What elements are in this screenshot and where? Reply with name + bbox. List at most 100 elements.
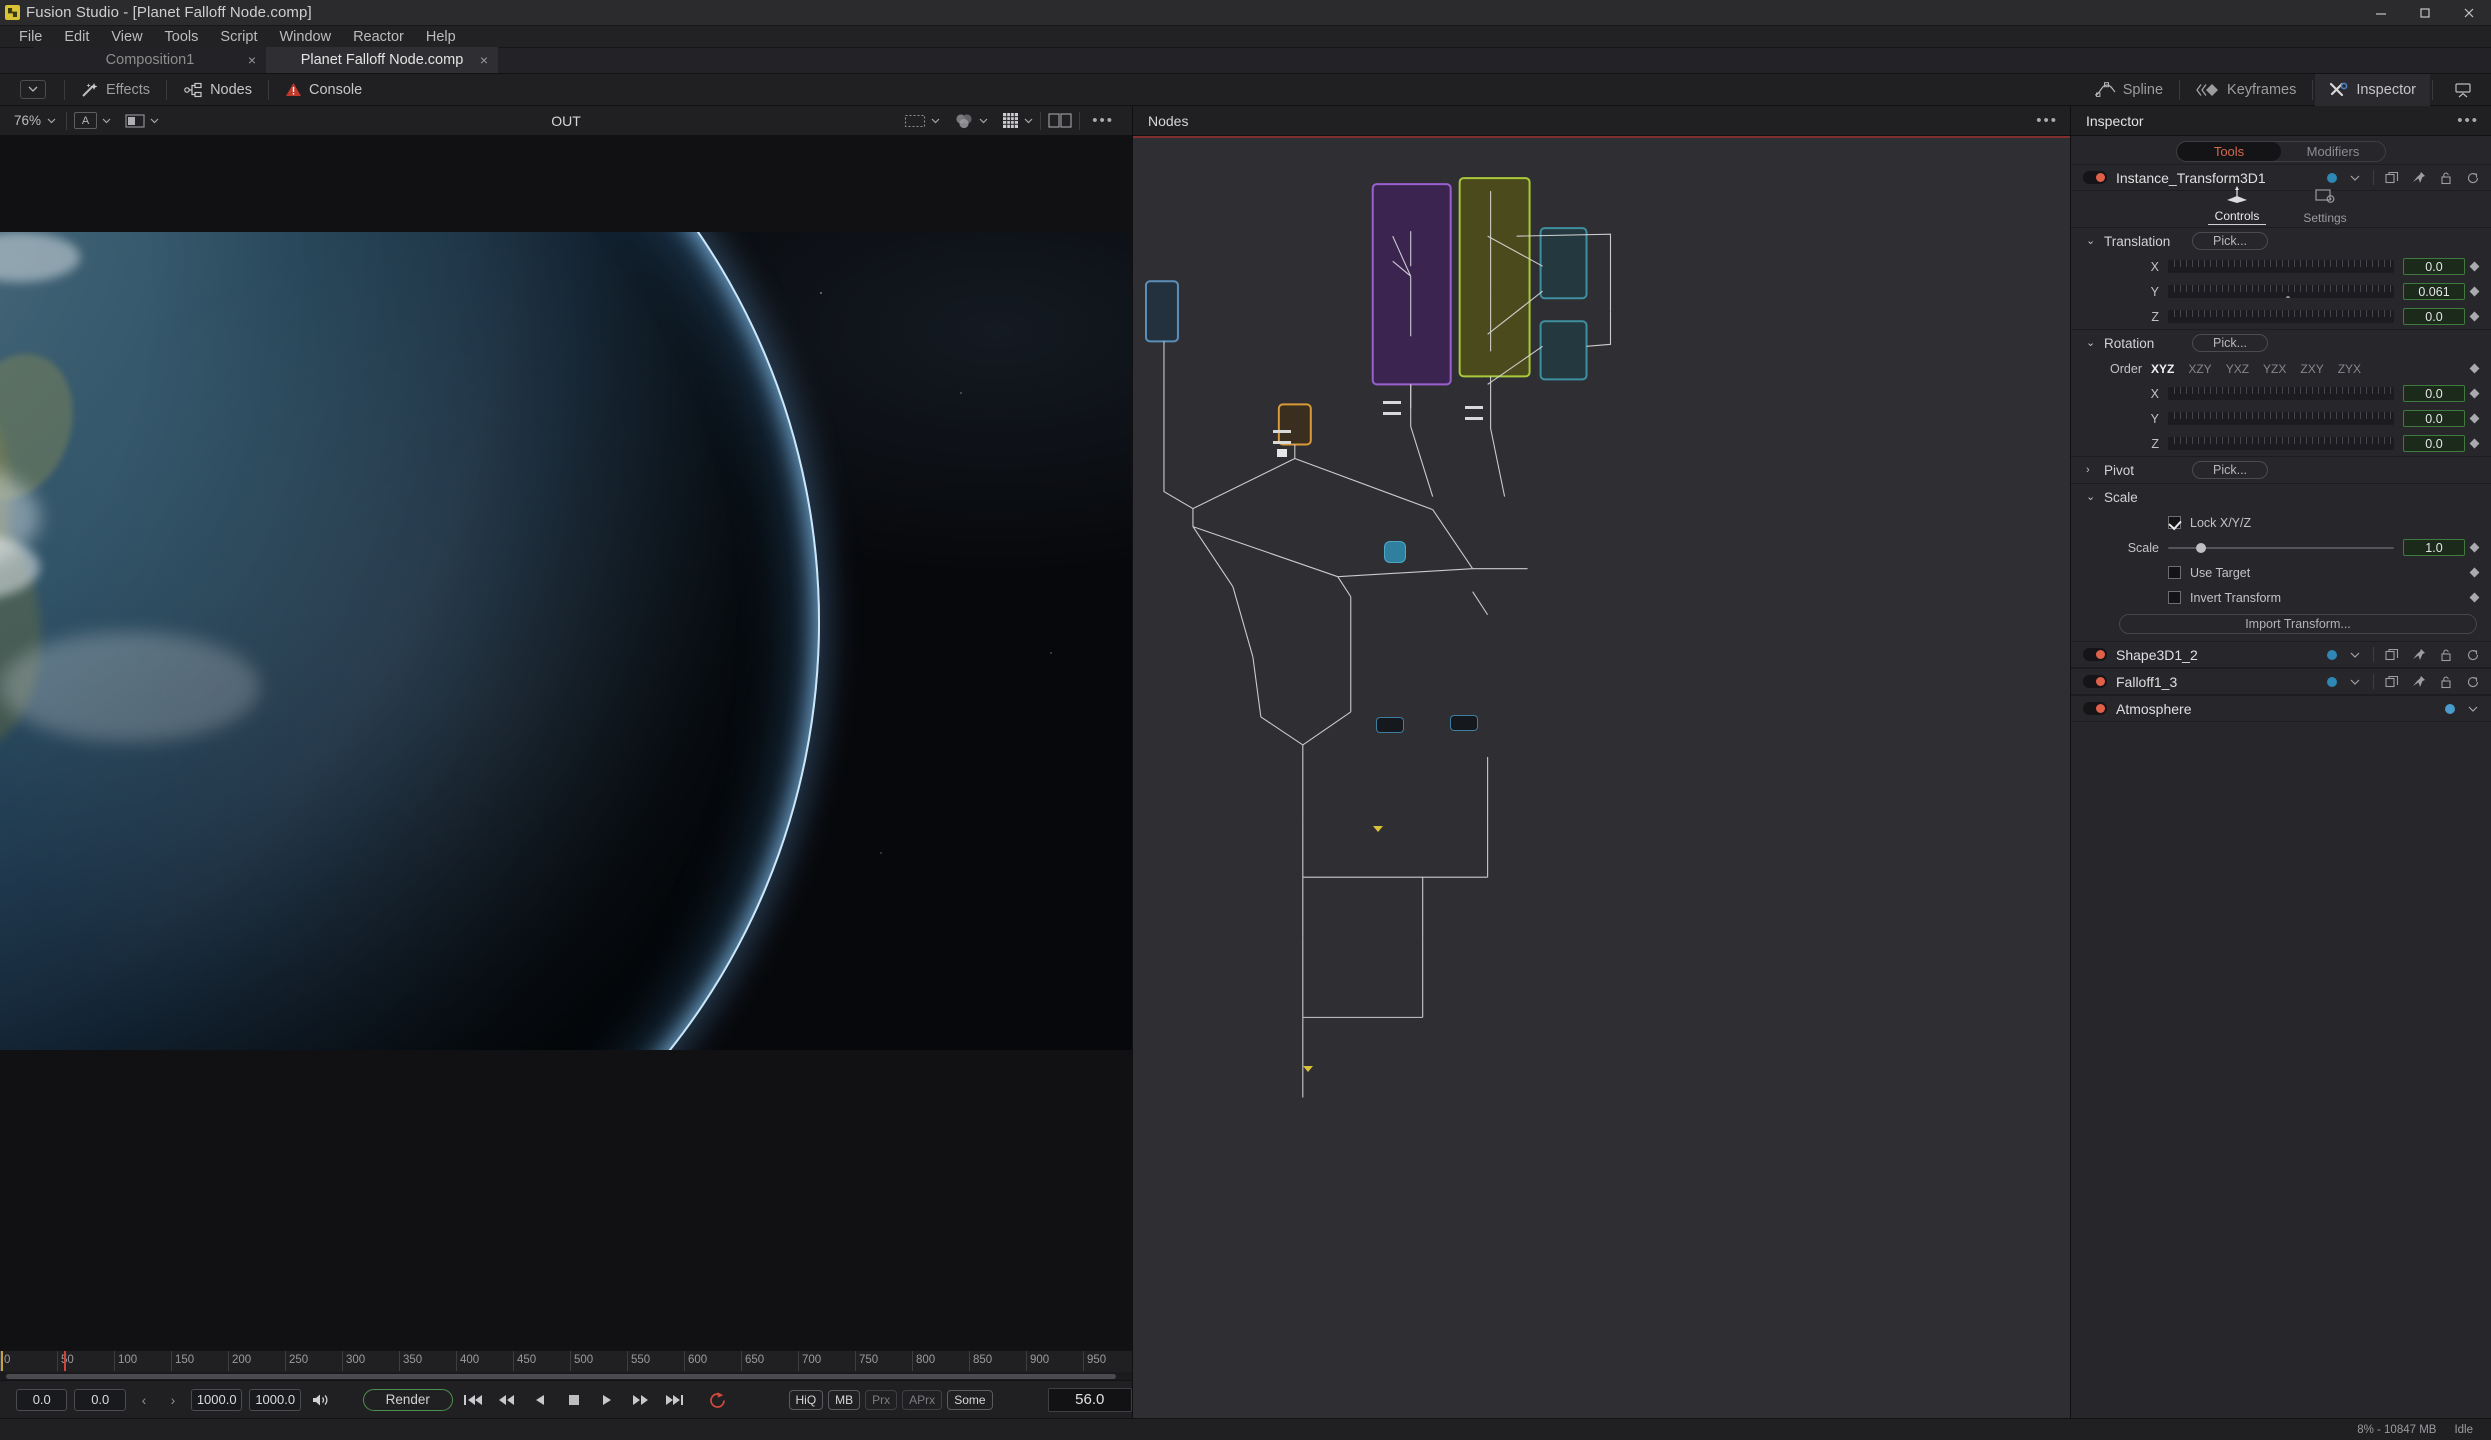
atmosphere-enable-toggle[interactable] <box>2083 702 2107 715</box>
quality-aprx-button[interactable]: APrx <box>902 1389 943 1410</box>
step-back-button[interactable]: ‹ <box>133 1388 155 1412</box>
console-button[interactable]: Console <box>271 74 376 106</box>
spline-button[interactable]: Spline <box>2080 74 2177 106</box>
tab-tools[interactable]: Tools <box>2177 142 2281 161</box>
scale-header[interactable]: ⌄ Scale <box>2071 484 2491 510</box>
pivot-pick-button[interactable]: Pick... <box>2192 461 2269 479</box>
falloff1-3-enable-toggle[interactable] <box>2083 675 2107 688</box>
play-reverse-icon[interactable] <box>527 1387 554 1413</box>
translation-y-value[interactable]: 0.061 <box>2403 283 2465 300</box>
chevron-right-icon[interactable]: › <box>2086 464 2096 476</box>
node-enable-toggle[interactable] <box>2083 171 2107 184</box>
rotation-x-slider[interactable] <box>2168 387 2394 400</box>
step-forward-button[interactable]: › <box>162 1388 184 1412</box>
render-button[interactable]: Render <box>362 1388 453 1411</box>
quality-hiq-button[interactable]: HiQ <box>788 1389 824 1410</box>
scale-keyframe-icon[interactable] <box>2465 542 2483 553</box>
reset-icon[interactable] <box>2464 169 2482 187</box>
chevron-down-icon[interactable] <box>2346 169 2364 187</box>
inspector-button[interactable]: Inspector <box>2315 73 2430 106</box>
shape3d1-2-color-dot[interactable] <box>2327 649 2337 660</box>
translation-y-slider[interactable] <box>2168 285 2394 298</box>
skip-to-end-icon[interactable] <box>661 1387 688 1413</box>
global-start-field[interactable]: 0.0 <box>74 1388 126 1411</box>
reset-icon[interactable] <box>2464 646 2482 664</box>
rotation-order-zyx[interactable]: ZYX <box>2338 362 2361 376</box>
rotation-x-keyframe-icon[interactable] <box>2465 388 2483 399</box>
quality-mb-button[interactable]: MB <box>828 1389 861 1410</box>
duplicate-icon[interactable] <box>2383 673 2401 691</box>
rewind-icon[interactable] <box>493 1387 520 1413</box>
rotation-header[interactable]: ⌄ Rotation Pick... <box>2071 330 2491 356</box>
stop-icon[interactable] <box>561 1387 588 1413</box>
translation-x-slider[interactable] <box>2168 260 2394 273</box>
lock-xyz-checkbox[interactable] <box>2168 516 2181 529</box>
import-transform-button[interactable]: Import Transform... <box>2119 614 2477 634</box>
pin-icon[interactable] <box>2410 646 2428 664</box>
rotation-order-zxy[interactable]: ZXY <box>2300 362 2323 376</box>
rotation-pick-button[interactable]: Pick... <box>2192 334 2269 352</box>
reset-icon[interactable] <box>2464 673 2482 691</box>
chevron-down-icon[interactable] <box>2464 700 2482 718</box>
region-of-interest-icon[interactable] <box>897 114 947 128</box>
fast-forward-icon[interactable] <box>628 1387 655 1413</box>
menu-file[interactable]: File <box>8 26 53 48</box>
duplicate-icon[interactable] <box>2383 169 2401 187</box>
falloff1-3-color-dot[interactable] <box>2327 676 2337 687</box>
timeline-playhead[interactable] <box>64 1351 66 1371</box>
node-color-dot[interactable] <box>2327 172 2337 183</box>
translation-z-keyframe-icon[interactable] <box>2465 311 2483 322</box>
invert-transform-keyframe-icon[interactable] <box>2465 592 2483 603</box>
rotation-order-xzy[interactable]: XZY <box>2188 362 2211 376</box>
speaker-icon[interactable] <box>308 1388 334 1412</box>
timeline-ruler[interactable]: 0 50 100 150 200 250 300 350 400 450 500… <box>0 1350 1132 1380</box>
nodes-more-options-icon[interactable]: ••• <box>2024 112 2070 129</box>
viewer-buffer-a-button[interactable]: A <box>67 112 118 129</box>
menu-edit[interactable]: Edit <box>53 26 100 48</box>
dual-pane-icon[interactable] <box>1041 113 1079 128</box>
menu-reactor[interactable]: Reactor <box>342 26 415 48</box>
tab-modifiers[interactable]: Modifiers <box>2281 142 2385 161</box>
menu-help[interactable]: Help <box>415 26 467 48</box>
translation-z-value[interactable]: 0.0 <box>2403 308 2465 325</box>
rotation-y-keyframe-icon[interactable] <box>2465 413 2483 424</box>
viewer-zoom-dropdown[interactable]: 76% <box>0 113 66 128</box>
timeline-scrollbar-thumb[interactable] <box>6 1374 1116 1379</box>
translation-y-keyframe-icon[interactable] <box>2465 286 2483 297</box>
shape3d1-2-enable-toggle[interactable] <box>2083 648 2107 661</box>
grid-icon[interactable] <box>995 112 1040 129</box>
tab-composition1-close-icon[interactable]: × <box>248 53 256 67</box>
rotation-order-xyz[interactable]: XYZ <box>2151 362 2174 376</box>
pin-icon[interactable] <box>2410 673 2428 691</box>
node-graph-canvas[interactable] <box>1133 136 2070 1418</box>
rotation-z-slider[interactable] <box>2168 437 2394 450</box>
panel-layout-icon[interactable] <box>2435 74 2491 106</box>
invert-transform-checkbox[interactable] <box>2168 591 2181 604</box>
translation-z-slider[interactable] <box>2168 310 2394 323</box>
active-node-row[interactable]: Instance_Transform3D1 <box>2071 164 2491 191</box>
layout-preset-dropdown[interactable] <box>20 80 46 99</box>
menu-tools[interactable]: Tools <box>154 26 210 48</box>
global-end-field[interactable]: 1000.0 <box>249 1388 301 1411</box>
menu-window[interactable]: Window <box>268 26 342 48</box>
use-target-keyframe-icon[interactable] <box>2465 567 2483 578</box>
rotation-order-keyframe-icon[interactable] <box>2465 363 2483 374</box>
timeline-in-point[interactable] <box>1 1351 3 1371</box>
chevron-down-icon[interactable] <box>2346 673 2364 691</box>
rotation-y-value[interactable]: 0.0 <box>2403 410 2465 427</box>
close-icon[interactable] <box>2447 0 2491 26</box>
minimize-icon[interactable] <box>2359 0 2403 26</box>
translation-x-keyframe-icon[interactable] <box>2465 261 2483 272</box>
rotation-z-value[interactable]: 0.0 <box>2403 435 2465 452</box>
node-row-falloff1-3[interactable]: Falloff1_3 <box>2071 668 2491 695</box>
scale-value[interactable]: 1.0 <box>2403 539 2465 556</box>
current-time-field[interactable]: 56.0 <box>1047 1387 1133 1412</box>
lock-icon[interactable] <box>2437 169 2455 187</box>
color-wheels-icon[interactable] <box>947 113 995 129</box>
tab-controls[interactable]: Controls <box>2208 186 2266 225</box>
lock-icon[interactable] <box>2437 673 2455 691</box>
split-view-icon[interactable] <box>118 113 166 128</box>
quality-prx-button[interactable]: Prx <box>865 1389 898 1410</box>
translation-pick-button[interactable]: Pick... <box>2192 232 2269 250</box>
duplicate-icon[interactable] <box>2383 646 2401 664</box>
